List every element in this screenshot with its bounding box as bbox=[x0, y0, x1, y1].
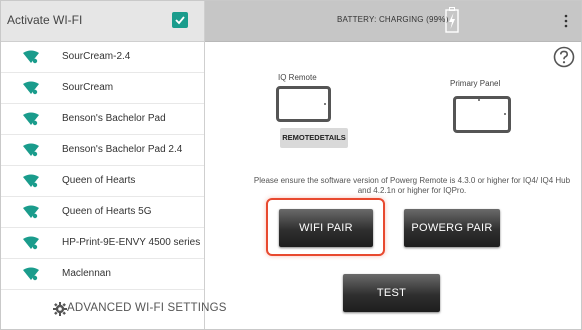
device-sensor-dot bbox=[504, 113, 506, 115]
gear-icon bbox=[53, 302, 67, 316]
battery-charging-icon bbox=[445, 7, 459, 33]
primary-panel-label: Primary Panel bbox=[450, 79, 501, 88]
wifi-icon bbox=[23, 205, 39, 219]
network-name: Benson's Bachelor Pad 2.4 bbox=[62, 144, 183, 155]
network-name: Benson's Bachelor Pad bbox=[62, 113, 166, 124]
network-item[interactable]: HP-Print-9E-ENVY 4500 series bbox=[1, 228, 204, 259]
network-name: Maclennan bbox=[62, 268, 111, 279]
battery-status-text: BATTERY: CHARGING (99%) bbox=[337, 15, 449, 24]
wifi-header: Activate WI-FI bbox=[1, 1, 204, 42]
network-item[interactable]: SourCream-2.4 bbox=[1, 42, 204, 73]
advanced-wifi-settings-button[interactable]: ADVANCED WI-FI SETTINGS bbox=[1, 291, 226, 327]
device-camera-dot bbox=[478, 99, 480, 101]
activate-wifi-checkbox[interactable] bbox=[172, 12, 188, 28]
test-button[interactable]: TEST bbox=[343, 274, 440, 312]
network-item[interactable]: Queen of Hearts bbox=[1, 166, 204, 197]
network-item[interactable]: Benson's Bachelor Pad bbox=[1, 104, 204, 135]
network-item[interactable]: Maclennan bbox=[1, 259, 204, 290]
status-bar: BATTERY: CHARGING (99%) bbox=[205, 1, 581, 42]
network-name: Queen of Hearts 5G bbox=[62, 206, 152, 217]
iq-remote-label: IQ Remote bbox=[278, 73, 317, 82]
app-window: Activate WI-FI SourCream-2.4 SourCream B… bbox=[0, 0, 582, 330]
firmware-notice: Please ensure the software version of Po… bbox=[253, 176, 571, 195]
network-name: SourCream-2.4 bbox=[62, 51, 131, 62]
network-name: SourCream bbox=[62, 82, 114, 93]
advanced-wifi-settings-label: ADVANCED WI-FI SETTINGS bbox=[67, 302, 227, 314]
powerg-pair-button[interactable]: POWERG PAIR bbox=[404, 209, 500, 247]
wifi-icon bbox=[23, 81, 39, 95]
device-camera-dot bbox=[324, 103, 326, 105]
iq-remote-device-image bbox=[276, 86, 331, 122]
wifi-icon bbox=[23, 267, 39, 281]
network-list: SourCream-2.4 SourCream Benson's Bachelo… bbox=[1, 42, 204, 290]
network-item[interactable]: Benson's Bachelor Pad 2.4 bbox=[1, 135, 204, 166]
help-icon[interactable] bbox=[553, 46, 575, 68]
wifi-pair-button[interactable]: WIFI PAIR bbox=[279, 209, 373, 247]
wifi-icon bbox=[23, 236, 39, 250]
primary-panel-device-image bbox=[453, 96, 511, 133]
wifi-panel: Activate WI-FI SourCream-2.4 SourCream B… bbox=[1, 1, 226, 329]
wifi-icon bbox=[23, 112, 39, 126]
activate-wifi-label: Activate WI-FI bbox=[7, 13, 83, 27]
remote-details-button[interactable]: REMOTEDETAILS bbox=[280, 128, 348, 148]
checkbox-checked-icon bbox=[175, 16, 185, 25]
more-vert-icon[interactable] bbox=[558, 13, 574, 29]
wifi-icon bbox=[23, 143, 39, 157]
wifi-icon bbox=[23, 174, 39, 188]
network-item[interactable]: SourCream bbox=[1, 73, 204, 104]
network-item[interactable]: Queen of Hearts 5G bbox=[1, 197, 204, 228]
network-name: Queen of Hearts bbox=[62, 175, 136, 186]
wifi-icon bbox=[23, 50, 39, 64]
network-name: HP-Print-9E-ENVY 4500 series bbox=[62, 237, 201, 248]
